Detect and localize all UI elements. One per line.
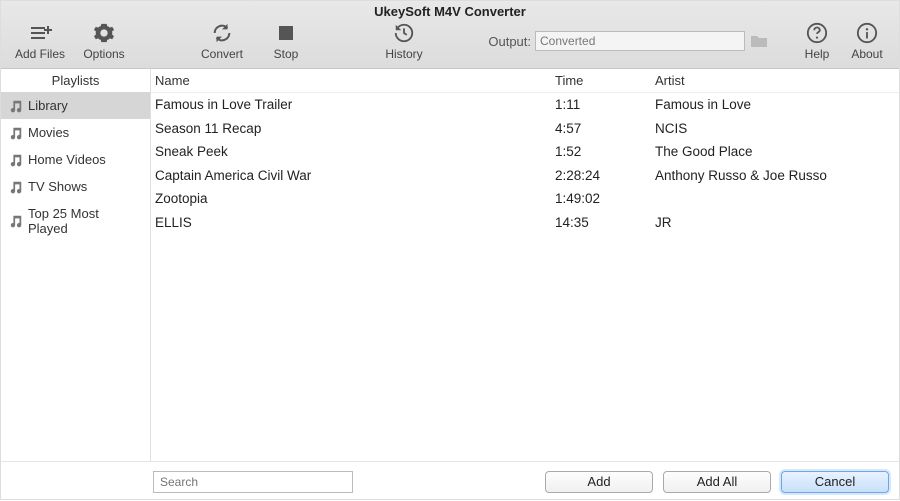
- history-label: History: [385, 47, 422, 61]
- about-label: About: [851, 47, 882, 61]
- options-button[interactable]: Options: [75, 17, 133, 65]
- column-time-header[interactable]: Time: [555, 73, 655, 88]
- cell-time: 1:11: [555, 95, 655, 115]
- sidebar-header: Playlists: [1, 69, 150, 92]
- playlist-icon: [9, 153, 23, 167]
- sidebar-item-label: Library: [28, 98, 68, 113]
- convert-button[interactable]: Convert: [193, 17, 251, 65]
- cell-time: 1:49:02: [555, 189, 655, 209]
- output-path-input[interactable]: [535, 31, 745, 51]
- add-files-button[interactable]: Add Files: [11, 17, 69, 65]
- add-files-icon: [28, 21, 52, 45]
- cell-artist: Famous in Love: [655, 95, 895, 115]
- sidebar-item-label: Movies: [28, 125, 69, 140]
- sidebar-item[interactable]: TV Shows: [1, 173, 150, 200]
- gear-icon: [93, 21, 115, 45]
- search-input[interactable]: [153, 471, 353, 493]
- table-row[interactable]: Famous in Love Trailer1:11Famous in Love: [151, 93, 899, 117]
- cell-name: Famous in Love Trailer: [155, 95, 555, 115]
- stop-button[interactable]: Stop: [257, 17, 315, 65]
- table-row[interactable]: Sneak Peek1:52The Good Place: [151, 140, 899, 164]
- sidebar-item[interactable]: Top 25 Most Played: [1, 200, 150, 242]
- help-label: Help: [805, 47, 830, 61]
- cell-artist: [655, 189, 895, 209]
- info-icon: [856, 21, 878, 45]
- history-button[interactable]: History: [375, 17, 433, 65]
- column-artist-header[interactable]: Artist: [655, 73, 895, 88]
- table-body: Famous in Love Trailer1:11Famous in Love…: [151, 93, 899, 461]
- output-label: Output:: [488, 34, 531, 49]
- table-row[interactable]: ELLIS14:35JR: [151, 211, 899, 235]
- refresh-icon: [211, 21, 233, 45]
- cell-time: 14:35: [555, 213, 655, 233]
- table-row[interactable]: Zootopia1:49:02: [151, 187, 899, 211]
- sidebar-item-label: Home Videos: [28, 152, 106, 167]
- help-icon: [806, 21, 828, 45]
- add-button[interactable]: Add: [545, 471, 653, 493]
- cell-name: Season 11 Recap: [155, 119, 555, 139]
- sidebar-item-label: Top 25 Most Played: [28, 206, 142, 236]
- table-row[interactable]: Season 11 Recap4:57NCIS: [151, 117, 899, 141]
- sidebar-item-label: TV Shows: [28, 179, 87, 194]
- cell-name: Sneak Peek: [155, 142, 555, 162]
- cell-time: 1:52: [555, 142, 655, 162]
- cancel-button[interactable]: Cancel: [781, 471, 889, 493]
- options-label: Options: [83, 47, 124, 61]
- footer: Add Add All Cancel: [1, 461, 899, 501]
- column-name-header[interactable]: Name: [155, 73, 555, 88]
- playlist-icon: [9, 126, 23, 140]
- sidebar-item[interactable]: Library: [1, 92, 150, 119]
- cell-artist: The Good Place: [655, 142, 895, 162]
- cell-artist: Anthony Russo & Joe Russo: [655, 166, 895, 186]
- sidebar-item[interactable]: Home Videos: [1, 146, 150, 173]
- playlist-icon: [9, 99, 23, 113]
- cell-time: 4:57: [555, 119, 655, 139]
- stop-label: Stop: [274, 47, 299, 61]
- add-all-button[interactable]: Add All: [663, 471, 771, 493]
- history-icon: [393, 21, 415, 45]
- add-files-label: Add Files: [15, 47, 65, 61]
- cell-name: Zootopia: [155, 189, 555, 209]
- sidebar: Playlists Library Movies Home Videos TV Sho…: [1, 69, 151, 461]
- stop-icon: [277, 21, 295, 45]
- convert-label: Convert: [201, 47, 243, 61]
- cell-time: 2:28:24: [555, 166, 655, 186]
- playlist-icon: [9, 180, 23, 194]
- cell-name: Captain America Civil War: [155, 166, 555, 186]
- table-row[interactable]: Captain America Civil War2:28:24Anthony …: [151, 164, 899, 188]
- toolbar: UkeySoft M4V Converter Add Files Options…: [1, 1, 899, 69]
- cell-artist: JR: [655, 213, 895, 233]
- playlist-icon: [9, 214, 23, 228]
- browse-folder-button[interactable]: [749, 31, 769, 51]
- help-button[interactable]: Help: [795, 17, 839, 65]
- about-button[interactable]: About: [845, 17, 889, 65]
- cell-name: ELLIS: [155, 213, 555, 233]
- cell-artist: NCIS: [655, 119, 895, 139]
- sidebar-item[interactable]: Movies: [1, 119, 150, 146]
- table-header: Name Time Artist: [151, 69, 899, 93]
